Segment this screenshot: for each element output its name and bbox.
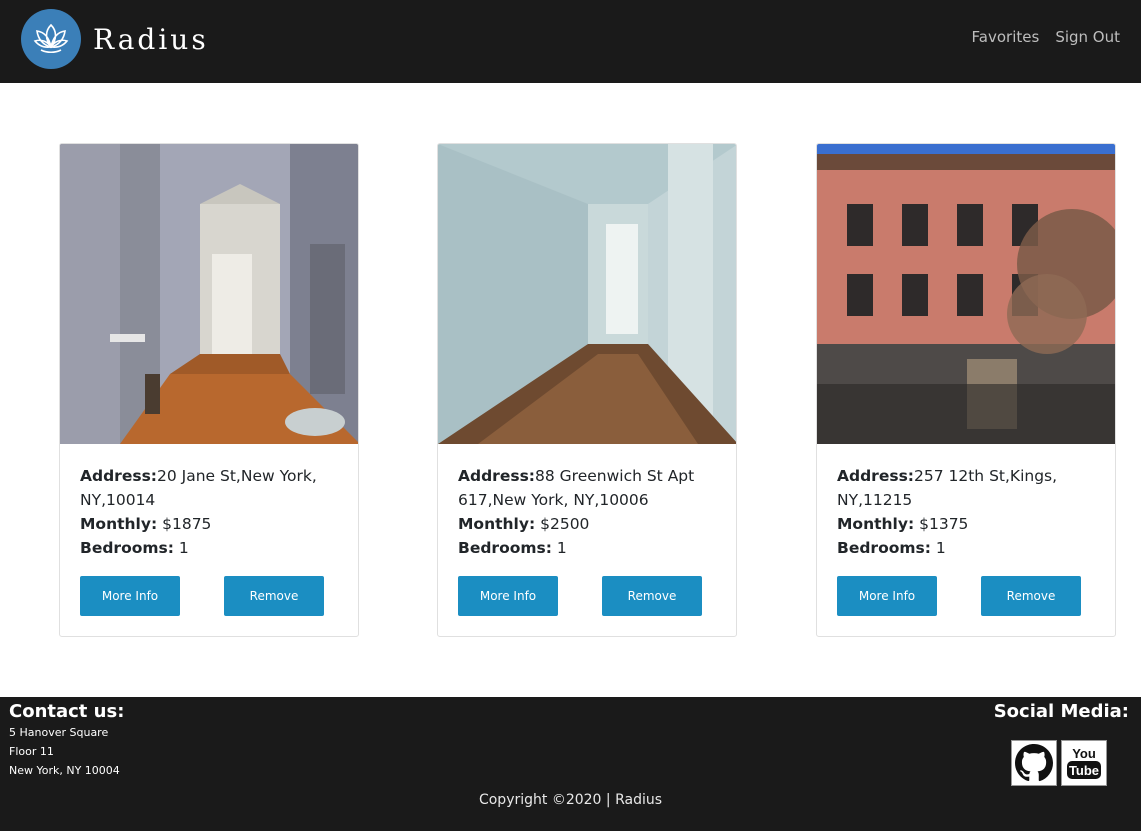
address-row: Address:257 12th St,Kings, NY,11215: [837, 464, 1097, 512]
monthly-value: $1875: [162, 515, 212, 533]
navbar: Radius Favorites Sign Out: [0, 0, 1141, 83]
social-media-title: Social Media:: [993, 701, 1129, 722]
address-line: Floor 11: [9, 745, 54, 758]
bedrooms-value: 1: [178, 539, 189, 557]
more-info-button[interactable]: More Info: [458, 576, 558, 616]
contact-title: Contact us:: [9, 701, 125, 722]
listing-card: Address:88 Greenwich St Apt 617,New York…: [437, 143, 737, 637]
address-label: Address:: [458, 467, 535, 485]
bedrooms-value: 1: [556, 539, 567, 557]
monthly-label: Monthly:: [80, 515, 158, 533]
svg-text:Tube: Tube: [1069, 763, 1099, 778]
favorites-link[interactable]: Favorites: [972, 28, 1040, 46]
svg-text:You: You: [1072, 746, 1096, 761]
address-line: 5 Hanover Square: [9, 726, 109, 739]
footer: Contact us: 5 Hanover Square Floor 11 Ne…: [0, 697, 1141, 831]
bedrooms-label: Bedrooms:: [837, 539, 931, 557]
bedrooms-label: Bedrooms:: [80, 539, 174, 557]
address-line: New York, NY 10004: [9, 764, 120, 777]
listing-photo: [60, 144, 358, 444]
bedrooms-row: Bedrooms: 1: [80, 536, 340, 560]
listing-details: Address:20 Jane St,New York, NY,10014 Mo…: [80, 464, 340, 560]
listing-photo: [438, 144, 736, 444]
monthly-label: Monthly:: [837, 515, 915, 533]
brand-logo-link[interactable]: Radius: [21, 9, 209, 69]
remove-button[interactable]: Remove: [224, 576, 324, 616]
remove-button[interactable]: Remove: [981, 576, 1081, 616]
bedrooms-label: Bedrooms:: [458, 539, 552, 557]
brand-name: Radius: [93, 22, 209, 56]
monthly-value: $2500: [540, 515, 590, 533]
monthly-label: Monthly:: [458, 515, 536, 533]
copyright: Copyright ©2020 | Radius: [478, 792, 663, 808]
address-label: Address:: [80, 467, 157, 485]
address-row: Address:20 Jane St,New York, NY,10014: [80, 464, 340, 512]
sign-out-link[interactable]: Sign Out: [1055, 28, 1120, 46]
bedrooms-row: Bedrooms: 1: [837, 536, 1097, 560]
bedrooms-row: Bedrooms: 1: [458, 536, 718, 560]
monthly-row: Monthly: $1375: [837, 512, 1097, 536]
listing-photo: [817, 144, 1115, 444]
remove-button[interactable]: Remove: [602, 576, 702, 616]
listing-details: Address:257 12th St,Kings, NY,11215 Mont…: [837, 464, 1097, 560]
github-icon[interactable]: [1011, 740, 1057, 786]
nav-links: Favorites Sign Out: [972, 28, 1120, 46]
listing-card: Address:257 12th St,Kings, NY,11215 Mont…: [816, 143, 1116, 637]
address-label: Address:: [837, 467, 914, 485]
monthly-row: Monthly: $2500: [458, 512, 718, 536]
youtube-icon[interactable]: You Tube: [1061, 740, 1107, 786]
more-info-button[interactable]: More Info: [80, 576, 180, 616]
address-row: Address:88 Greenwich St Apt 617,New York…: [458, 464, 718, 512]
monthly-row: Monthly: $1875: [80, 512, 340, 536]
more-info-button[interactable]: More Info: [837, 576, 937, 616]
listing-details: Address:88 Greenwich St Apt 617,New York…: [458, 464, 718, 560]
lotus-icon: [21, 9, 81, 69]
bedrooms-value: 1: [935, 539, 946, 557]
listing-card: Address:20 Jane St,New York, NY,10014 Mo…: [59, 143, 359, 637]
monthly-value: $1375: [919, 515, 969, 533]
